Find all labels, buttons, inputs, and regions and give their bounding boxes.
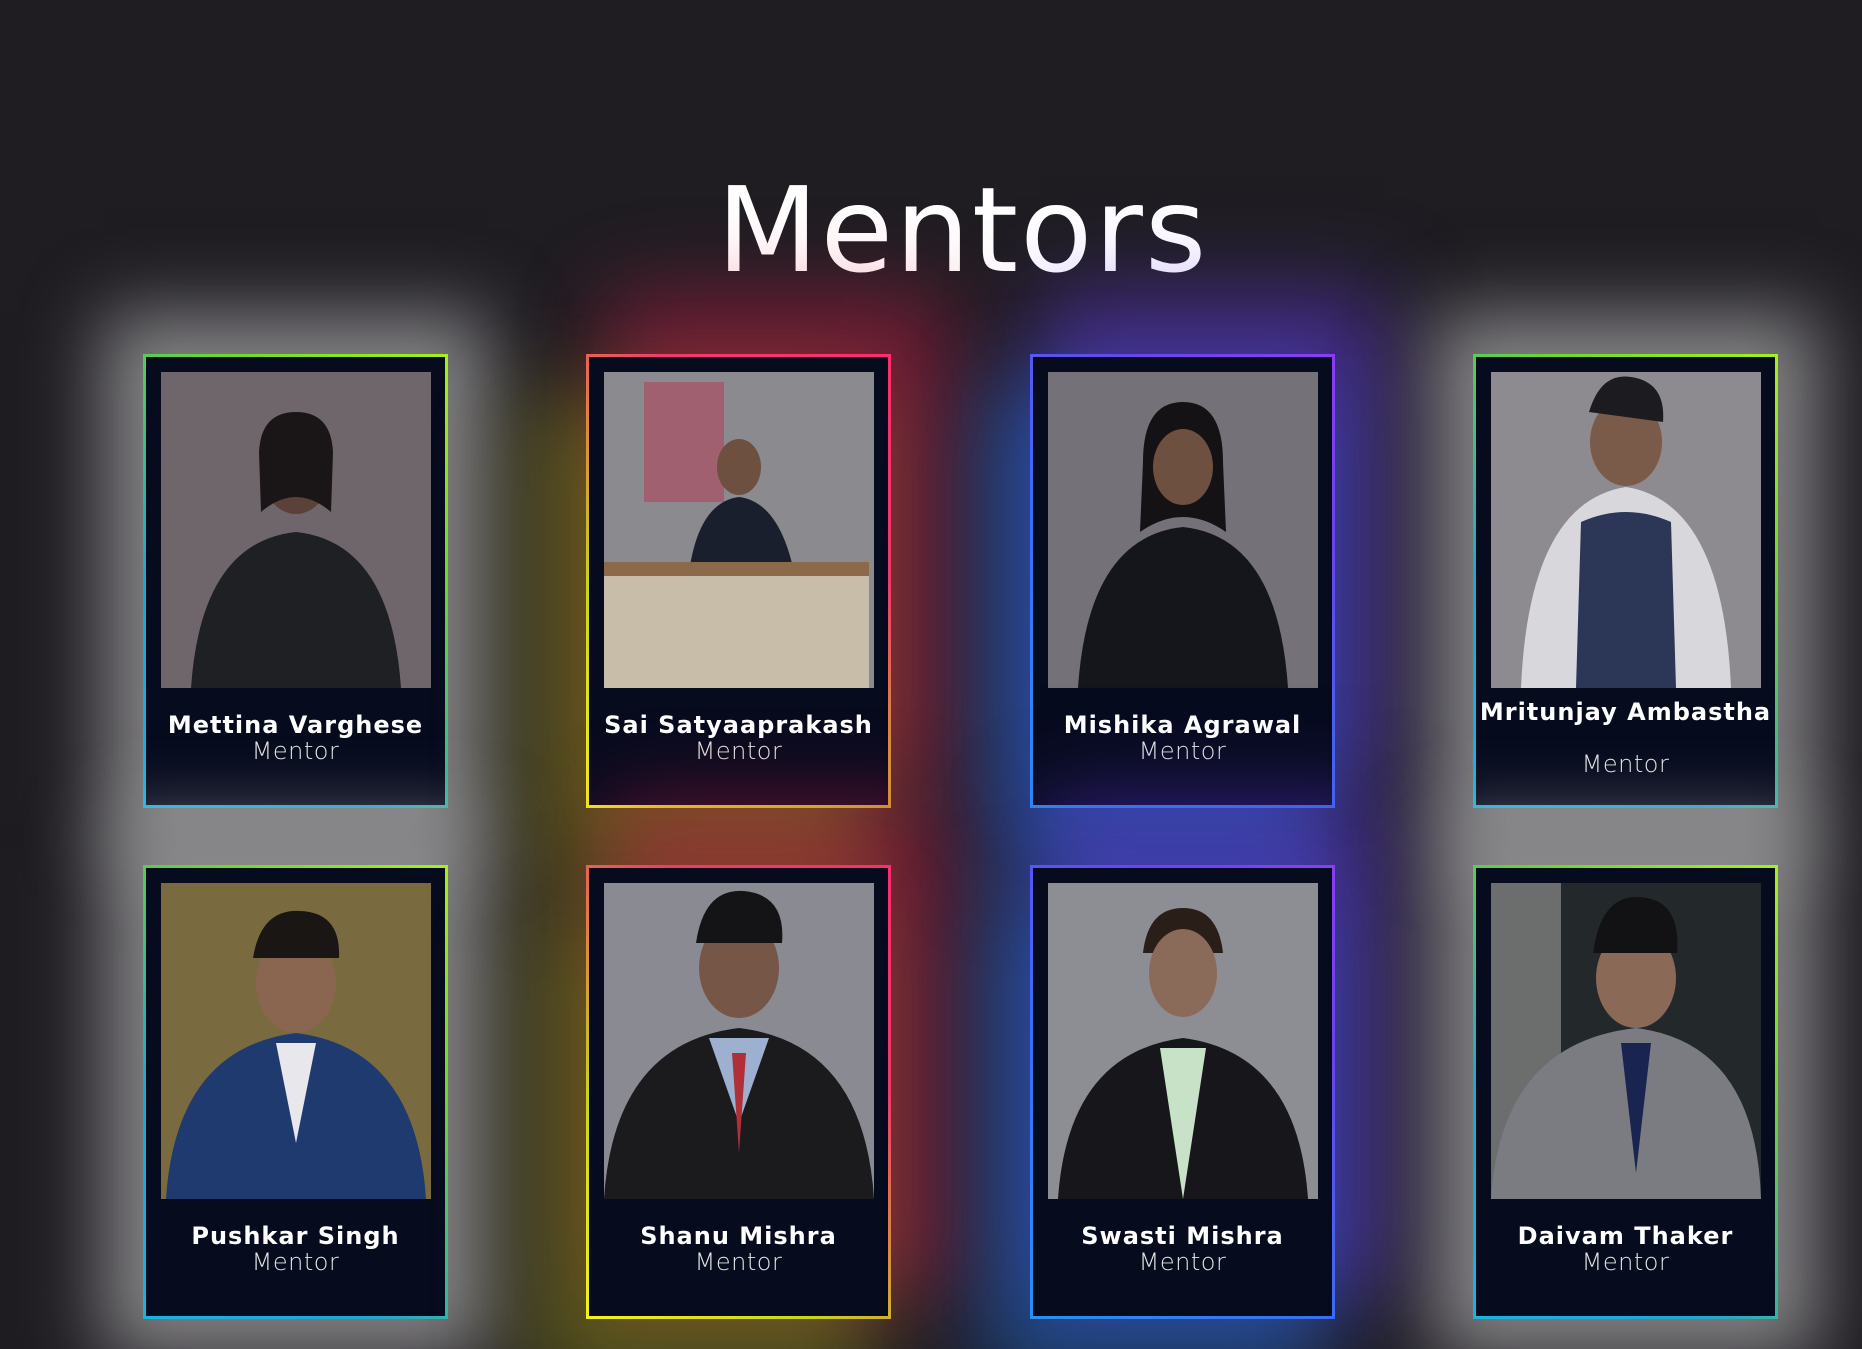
mentor-role: Mentor <box>694 737 783 765</box>
mentor-name: Mettina Varghese <box>167 711 424 739</box>
mentors-page: Mentors Mettina Varghese Mentor Sai Saty… <box>0 0 1862 1349</box>
portrait-icon <box>161 372 431 688</box>
portrait-icon <box>1048 883 1318 1199</box>
mentor-name: Daivam Thaker <box>1517 1222 1734 1250</box>
mentor-card[interactable]: Mritunjay Ambastha Mentor <box>1473 354 1778 808</box>
portrait-icon <box>1048 372 1318 688</box>
portrait-icon <box>604 883 874 1199</box>
mentor-name: Swasti Mishra <box>1081 1222 1284 1250</box>
portrait-icon <box>1491 372 1761 688</box>
portrait-icon <box>1491 883 1761 1199</box>
mentor-role: Mentor <box>1138 1248 1227 1276</box>
portrait-icon <box>604 372 874 688</box>
mentor-role: Mentor <box>1581 1248 1670 1276</box>
mentor-role: Mentor <box>251 1248 340 1276</box>
mentor-card[interactable]: Swasti Mishra Mentor <box>1030 865 1335 1319</box>
mentor-name: Sai Satyaaprakash <box>604 711 873 739</box>
mentor-card[interactable]: Sai Satyaaprakash Mentor <box>586 354 891 808</box>
mentor-name: Shanu Mishra <box>640 1222 837 1250</box>
portrait-icon <box>161 883 431 1199</box>
mentor-role: Mentor <box>1138 737 1227 765</box>
mentor-role: Mentor <box>1581 750 1670 778</box>
mentor-role: Mentor <box>251 737 340 765</box>
mentor-card[interactable]: Shanu Mishra Mentor <box>586 865 891 1319</box>
mentor-card[interactable]: Mettina Varghese Mentor <box>143 354 448 808</box>
mentor-name: Mritunjay Ambastha <box>1479 698 1772 726</box>
mentor-card[interactable]: Mishika Agrawal Mentor <box>1030 354 1335 808</box>
mentor-card[interactable]: Daivam Thaker Mentor <box>1473 865 1778 1319</box>
mentor-role: Mentor <box>694 1248 783 1276</box>
mentor-name: Mishika Agrawal <box>1063 711 1302 739</box>
mentor-card[interactable]: Pushkar Singh Mentor <box>143 865 448 1319</box>
mentor-name: Pushkar Singh <box>191 1222 400 1250</box>
mentor-grid: Mettina Varghese Mentor Sai Satyaaprakas… <box>0 0 1862 1349</box>
